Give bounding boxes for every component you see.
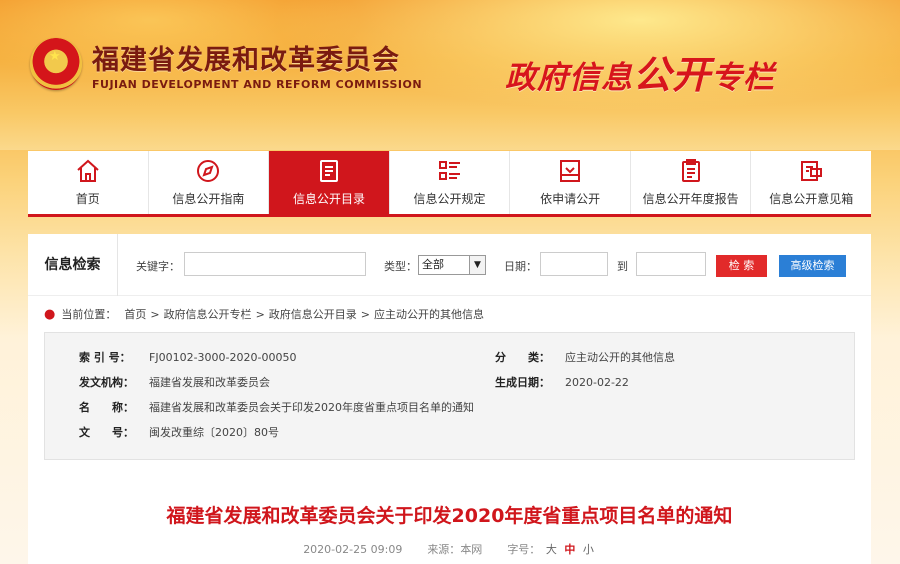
info-name-row: 名 称： 福建省发展和改革委员会关于印发2020年度省重点项目名单的通知 bbox=[79, 399, 474, 415]
info-name-value: 福建省发展和改革委员会关于印发2020年度省重点项目名单的通知 bbox=[149, 401, 474, 414]
info-issuer-value: 福建省发展和改革委员会 bbox=[149, 376, 270, 389]
date-to-label: 到 bbox=[617, 260, 628, 273]
font-size-medium-button[interactable]: 中 bbox=[564, 543, 575, 556]
advanced-search-button[interactable]: 高级检索 bbox=[779, 255, 846, 277]
nav-item-catalog[interactable]: 信息公开目录 bbox=[269, 151, 390, 214]
info-date-row: 生成日期： 2020-02-22 bbox=[495, 374, 629, 390]
home-icon bbox=[75, 158, 101, 184]
info-docno-row: 文 号： 闽发改重综〔2020〕80号 bbox=[79, 424, 279, 440]
national-emblem-icon: ★ bbox=[30, 38, 82, 90]
breadcrumb-separator: > bbox=[150, 307, 160, 321]
info-category-key: 分 类： bbox=[495, 351, 550, 364]
info-category-row: 分 类： 应主动公开的其他信息 bbox=[495, 349, 675, 365]
breadcrumb-separator: > bbox=[360, 307, 370, 321]
nav-label: 依申请公开 bbox=[540, 192, 601, 206]
column-title-part-b: 公开 bbox=[633, 53, 712, 97]
org-name-en: FUJIAN DEVELOPMENT AND REFORM COMMISSION bbox=[92, 78, 423, 91]
source-value: 本网 bbox=[460, 543, 483, 556]
main-content: ● 当前位置： 首页 > 政府信息公开专栏 > 政府信息公开目录 > 应主动公开… bbox=[28, 296, 871, 564]
nav-label: 信息公开指南 bbox=[172, 192, 245, 206]
org-name-cn: 福建省发展和改革委员会 bbox=[92, 45, 400, 76]
column-title-part-a: 政府信息 bbox=[505, 60, 633, 96]
main-nav: 首页 信息公开指南 信息公开目录 信息公开规定 依申请公开 信息公开年度报告 信… bbox=[28, 151, 871, 217]
nav-label: 信息公开意见箱 bbox=[769, 192, 854, 206]
info-category-value: 应主动公开的其他信息 bbox=[565, 351, 675, 364]
info-issuer-key: 发文机构： bbox=[79, 376, 134, 389]
chevron-down-icon: ▼ bbox=[469, 256, 485, 274]
type-select[interactable]: 全部 ▼ bbox=[418, 255, 486, 275]
rules-list-icon bbox=[437, 158, 463, 184]
nav-label: 信息公开目录 bbox=[292, 192, 365, 206]
compass-icon bbox=[195, 158, 221, 184]
info-docno-value: 闽发改重综〔2020〕80号 bbox=[149, 426, 279, 439]
search-button[interactable]: 检 索 bbox=[716, 255, 767, 277]
breadcrumb-item-home[interactable]: 首页 bbox=[124, 306, 146, 322]
date-label: 日期： bbox=[504, 260, 537, 273]
breadcrumb-prefix: 当前位置： bbox=[61, 308, 117, 321]
info-docno-key: 文 号： bbox=[79, 426, 134, 439]
font-size-small-button[interactable]: 小 bbox=[583, 543, 594, 556]
breadcrumb-separator: > bbox=[255, 307, 265, 321]
header-banner: ★ 福建省发展和改革委员会 FUJIAN DEVELOPMENT AND REF… bbox=[0, 0, 900, 150]
source-label: 来源： bbox=[427, 543, 461, 556]
document-list-icon bbox=[316, 158, 342, 184]
column-title: 政府信息公开专栏 bbox=[505, 44, 775, 99]
info-index-row: 索 引 号： FJ00102-3000-2020-00050 bbox=[79, 349, 296, 365]
nav-label: 首页 bbox=[75, 192, 100, 206]
nav-item-home[interactable]: 首页 bbox=[28, 151, 149, 214]
clipboard-icon bbox=[678, 158, 704, 184]
nav-item-feedback[interactable]: 信息公开意见箱 bbox=[751, 151, 871, 214]
document-meta: 2020-02-25 09:09 来源：本网 字号： 大 中 小 bbox=[28, 541, 871, 557]
info-date-key: 生成日期： bbox=[495, 376, 550, 389]
info-index-value: FJ00102-3000-2020-00050 bbox=[149, 351, 297, 364]
column-title-part-c: 专栏 bbox=[711, 60, 776, 96]
location-pin-icon: ● bbox=[44, 306, 56, 322]
breadcrumb: ● 当前位置： 首页 > 政府信息公开专栏 > 政府信息公开目录 > 应主动公开… bbox=[44, 306, 484, 322]
feedback-icon bbox=[798, 158, 824, 184]
info-date-value: 2020-02-22 bbox=[565, 376, 629, 389]
breadcrumb-item-catalog[interactable]: 政府信息公开目录 bbox=[269, 306, 357, 322]
nav-item-apply[interactable]: 依申请公开 bbox=[510, 151, 631, 214]
breadcrumb-item-column[interactable]: 政府信息公开专栏 bbox=[164, 306, 252, 322]
info-name-key: 名 称： bbox=[79, 401, 134, 414]
date-from-input[interactable] bbox=[540, 252, 608, 276]
inbox-icon bbox=[557, 158, 583, 184]
font-size-label: 字号： bbox=[507, 543, 541, 556]
breadcrumb-item-current[interactable]: 应主动公开的其他信息 bbox=[374, 306, 484, 322]
type-selected-value: 全部 bbox=[422, 258, 444, 271]
info-index-key: 索 引 号： bbox=[79, 351, 131, 364]
keyword-input[interactable] bbox=[184, 252, 366, 276]
search-title: 信息检索 bbox=[28, 234, 118, 296]
nav-label: 信息公开规定 bbox=[413, 192, 486, 206]
font-size-large-button[interactable]: 大 bbox=[546, 543, 557, 556]
search-bar: 信息检索 关键字： 类型： 全部 ▼ 日期： 到 检 索 高级检索 bbox=[28, 234, 871, 296]
nav-item-report[interactable]: 信息公开年度报告 bbox=[631, 151, 752, 214]
document-info-box: 索 引 号： FJ00102-3000-2020-00050 分 类： 应主动公开的… bbox=[44, 332, 855, 460]
date-to-input[interactable] bbox=[636, 252, 706, 276]
document-title: 福建省发展和改革委员会关于印发2020年度省重点项目名单的通知 bbox=[166, 505, 733, 527]
nav-item-guide[interactable]: 信息公开指南 bbox=[149, 151, 270, 214]
info-issuer-row: 发文机构： 福建省发展和改革委员会 bbox=[79, 374, 270, 390]
document-datetime: 2020-02-25 09:09 bbox=[303, 543, 403, 556]
nav-label: 信息公开年度报告 bbox=[642, 192, 739, 206]
nav-item-rules[interactable]: 信息公开规定 bbox=[390, 151, 511, 214]
keyword-label: 关键字： bbox=[136, 260, 180, 273]
type-label: 类型： bbox=[384, 260, 417, 273]
